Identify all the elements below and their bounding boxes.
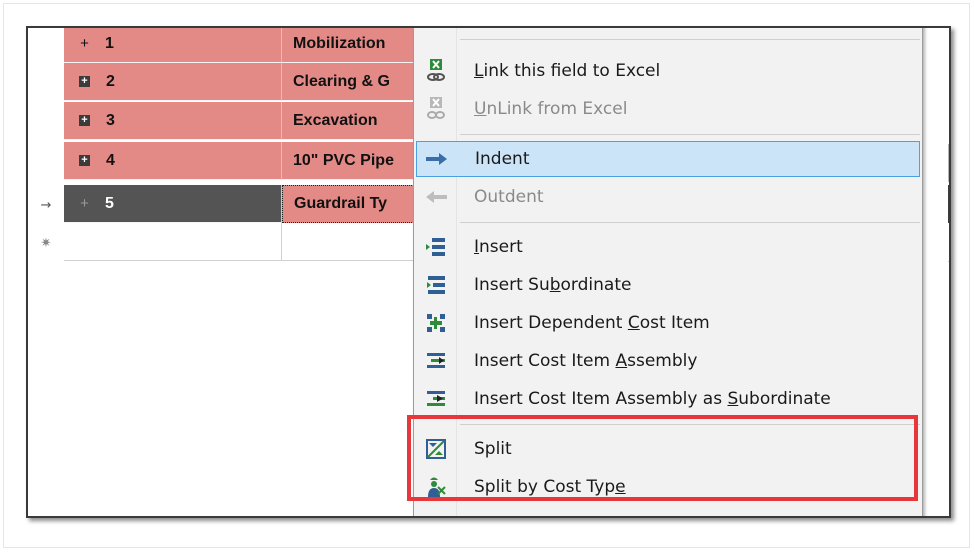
- item-number-cell[interactable]: + 4: [64, 142, 282, 180]
- menu-separator: [460, 134, 920, 135]
- excel-unlink-icon: [416, 91, 456, 127]
- split-cost-type-icon: [416, 469, 456, 505]
- menu-item-label: Link this field to Excel: [474, 61, 661, 81]
- insert-dependent-icon: [416, 305, 456, 341]
- menu-item-label: Insert Cost Item Assembly as Subordinate: [474, 389, 831, 409]
- menu-item-label: Insert Dependent Cost Item: [474, 313, 710, 333]
- item-number-cell[interactable]: + 1: [64, 28, 282, 63]
- insert-assembly-subordinate-icon: [416, 381, 456, 417]
- menu-item-insert-subordinate[interactable]: Insert Subordinate: [416, 267, 920, 303]
- item-number: 3: [106, 111, 115, 129]
- new-row-star-icon: ✷: [40, 235, 52, 251]
- insert-subordinate-icon: [416, 267, 456, 303]
- expand-box-icon[interactable]: +: [79, 155, 90, 166]
- menu-item-label: UnLink from Excel: [474, 99, 628, 119]
- menu-item-indent[interactable]: Indent: [416, 141, 920, 177]
- expand-plus-icon[interactable]: +: [78, 35, 91, 52]
- excel-link-icon: [416, 53, 456, 89]
- item-number: 5: [105, 194, 114, 212]
- split-icon: [416, 431, 456, 467]
- new-row-number-cell[interactable]: [64, 223, 282, 261]
- expand-plus-icon[interactable]: +: [78, 195, 91, 212]
- expand-box-icon[interactable]: +: [79, 76, 90, 87]
- item-number: 2: [106, 72, 115, 90]
- menu-item-label: Insert Cost Item Assembly: [474, 351, 698, 371]
- menu-item-label: Outdent: [474, 187, 544, 207]
- menu-item-label: Indent: [475, 149, 530, 169]
- item-number-cell[interactable]: + 2: [64, 63, 282, 101]
- menu-item-label: Split by Cost Type: [474, 477, 626, 497]
- outdent-arrow-icon: [416, 179, 456, 215]
- item-number-cell[interactable]: + 5: [64, 185, 282, 223]
- menu-item-label: Insert: [474, 237, 523, 257]
- menu-item-link-excel[interactable]: Link this field to Excel: [416, 53, 920, 89]
- menu-item-insert[interactable]: Insert: [416, 229, 920, 265]
- screenshot-frame: → ✷ + 1 Mobilization + 2 Clearing & G + …: [26, 26, 951, 518]
- item-number-cell[interactable]: + 3: [64, 102, 282, 140]
- expand-box-icon[interactable]: +: [79, 115, 90, 126]
- menu-separator: [460, 222, 920, 223]
- item-number: 1: [105, 34, 114, 52]
- current-row-arrow-icon: →: [40, 197, 52, 213]
- menu-item-insert-assembly-as-subordinate[interactable]: Insert Cost Item Assembly as Subordinate: [416, 381, 920, 417]
- insert-row-icon: [416, 229, 456, 265]
- menu-item-label: Insert Subordinate: [474, 275, 632, 295]
- menu-separator: [460, 39, 920, 40]
- menu-separator: [460, 424, 920, 425]
- item-number: 4: [106, 151, 115, 169]
- insert-assembly-icon: [416, 343, 456, 379]
- context-menu: Link this field to Excel UnLink from Exc…: [413, 28, 923, 516]
- menu-item-outdent[interactable]: Outdent: [416, 179, 920, 215]
- menu-item-insert-cost-item-assembly[interactable]: Insert Cost Item Assembly: [416, 343, 920, 379]
- menu-item-unlink-excel[interactable]: UnLink from Excel: [416, 91, 920, 127]
- menu-item-split[interactable]: Split: [416, 431, 920, 467]
- indent-arrow-icon: [417, 141, 457, 177]
- menu-item-insert-dependent-cost-item[interactable]: Insert Dependent Cost Item: [416, 305, 920, 341]
- grid-right-edge: [948, 28, 949, 266]
- menu-item-label: Split: [474, 439, 512, 459]
- menu-item-split-by-cost-type[interactable]: Split by Cost Type: [416, 469, 920, 505]
